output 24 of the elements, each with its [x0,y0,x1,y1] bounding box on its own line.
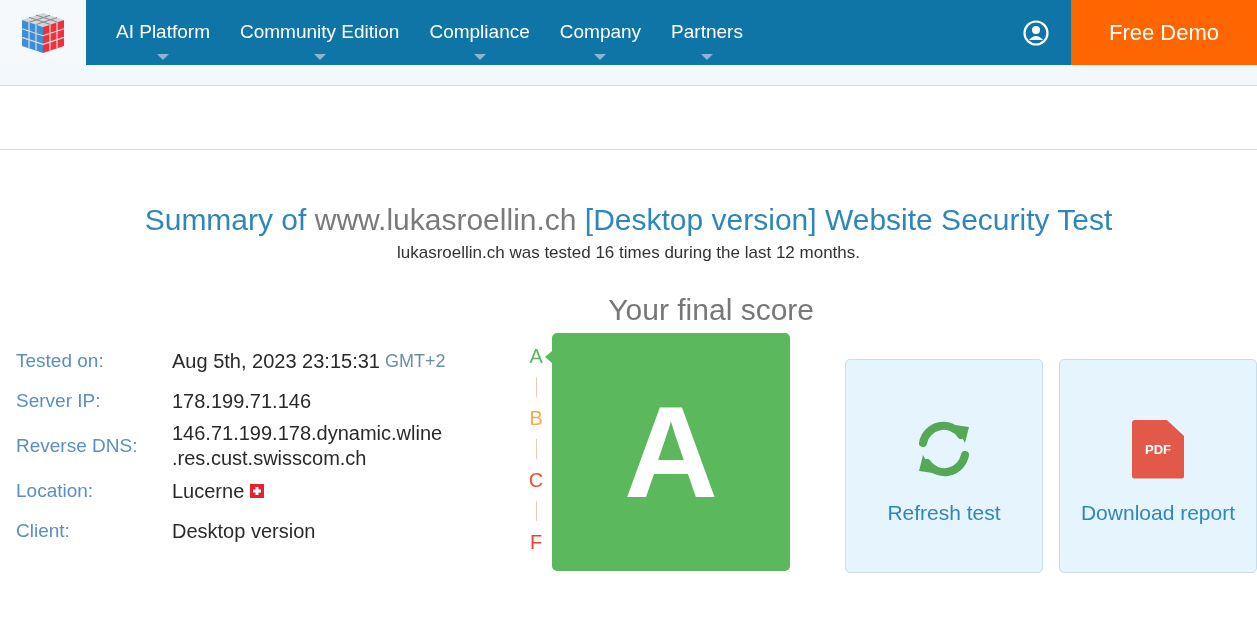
test-count-text: lukasroellin.ch was tested 16 times during the last 12 months. [396,243,861,263]
score-heading: Your final score [607,293,815,328]
grade-badge: A [552,333,791,571]
info-label: Reverse DNS: [16,435,139,457]
refresh-test-button[interactable]: Refresh test [845,359,1043,573]
cube-logo[interactable] [0,0,86,65]
info-value: 178.199.71.146 [172,388,312,414]
page-title: Summary of www.lukasroellin.ch [Desktop version] Website Security Test [143,202,1114,238]
info-value: Desktop version [172,518,316,544]
timezone-text: GMT+2 [384,349,446,373]
free-demo-button[interactable]: Free Demo [1071,0,1257,65]
grade-letter: B [528,406,544,431]
info-label: Client: [16,520,71,542]
swiss-flag-icon [250,484,265,498]
info-value: Aug 5th, 2023 23:15:31 [172,348,380,374]
grade-letter: F [528,530,544,555]
info-value: 146.71.199.178.dynamic.wline .res.cust.swisscom.ch [172,421,444,471]
pdf-file-icon: PDF [1132,419,1184,479]
download-report-button[interactable]: PDF Download report [1059,359,1257,573]
info-label: Tested on: [16,350,105,372]
info-label: Server IP: [16,390,102,412]
grade-letter: C [527,468,545,493]
info-value: Lucerne [172,478,245,504]
info-label: Location: [16,480,95,502]
